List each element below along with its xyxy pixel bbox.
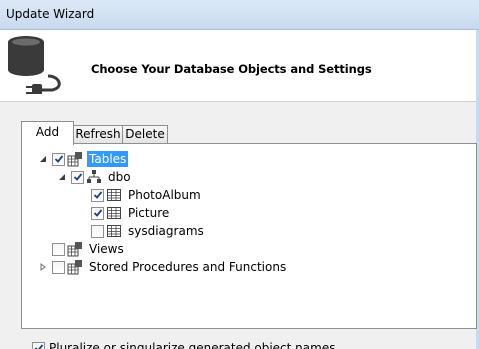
tree-node-picture[interactable]: Picture — [91, 204, 171, 222]
sysdiagrams-label[interactable]: sysdiagrams — [126, 223, 206, 239]
tab-panel: Tables dbo PhotoAlbum Picture sysdiagram… — [21, 143, 477, 329]
tab-add[interactable]: Add — [21, 121, 74, 145]
tab-delete[interactable]: Delete — [122, 125, 168, 144]
title-bar: Update Wizard — [0, 0, 479, 30]
tables-checkbox[interactable] — [52, 152, 65, 166]
tree-node-sysdiagrams[interactable]: sysdiagrams — [91, 222, 206, 240]
tree-node-tables[interactable]: Tables — [38, 150, 129, 168]
tree-node-dbo[interactable]: dbo — [57, 168, 133, 186]
expanded-arrow-icon[interactable] — [38, 154, 48, 164]
window-title: Update Wizard — [6, 7, 95, 21]
stored-procedures-checkbox[interactable] — [52, 260, 65, 274]
pluralize-label: Pluralize or singularize generated objec… — [49, 341, 336, 349]
picture-checkbox[interactable] — [91, 206, 104, 220]
tree-node-views[interactable]: Views — [52, 240, 126, 258]
dbo-checkbox[interactable] — [71, 170, 84, 184]
views-label[interactable]: Views — [87, 241, 126, 257]
database-plug-icon — [4, 32, 68, 97]
tree-node-photoalbum[interactable]: PhotoAlbum — [91, 186, 203, 204]
tab-delete-label: Delete — [125, 127, 165, 141]
tab-refresh[interactable]: Refresh — [73, 125, 123, 144]
table-grid-icon — [106, 187, 122, 203]
photoalbum-label[interactable]: PhotoAlbum — [126, 187, 203, 203]
collapsed-arrow-icon[interactable] — [38, 262, 48, 272]
views-folder-icon — [67, 241, 83, 257]
tables-label[interactable]: Tables — [87, 151, 129, 167]
photoalbum-checkbox[interactable] — [91, 188, 104, 202]
picture-label[interactable]: Picture — [126, 205, 171, 221]
tab-add-label: Add — [35, 125, 60, 139]
sysdiagrams-checkbox[interactable] — [91, 224, 104, 238]
pluralize-option[interactable]: Pluralize or singularize generated objec… — [32, 340, 337, 349]
tree-node-stored-procedures[interactable]: Stored Procedures and Functions — [38, 258, 288, 276]
tab-refresh-label: Refresh — [75, 127, 121, 141]
wizard-header: Choose Your Database Objects and Setting… — [0, 30, 479, 102]
page-heading: Choose Your Database Objects and Setting… — [91, 62, 372, 76]
stored-procedures-label[interactable]: Stored Procedures and Functions — [87, 259, 288, 275]
expanded-arrow-icon[interactable] — [57, 172, 67, 182]
views-checkbox[interactable] — [52, 242, 65, 256]
schema-icon — [86, 169, 102, 185]
pluralize-checkbox[interactable] — [32, 341, 45, 349]
dbo-label[interactable]: dbo — [106, 169, 133, 185]
table-grid-icon — [106, 223, 122, 239]
procedures-folder-icon — [67, 259, 83, 275]
tables-folder-icon — [67, 151, 83, 167]
table-grid-icon — [106, 205, 122, 221]
